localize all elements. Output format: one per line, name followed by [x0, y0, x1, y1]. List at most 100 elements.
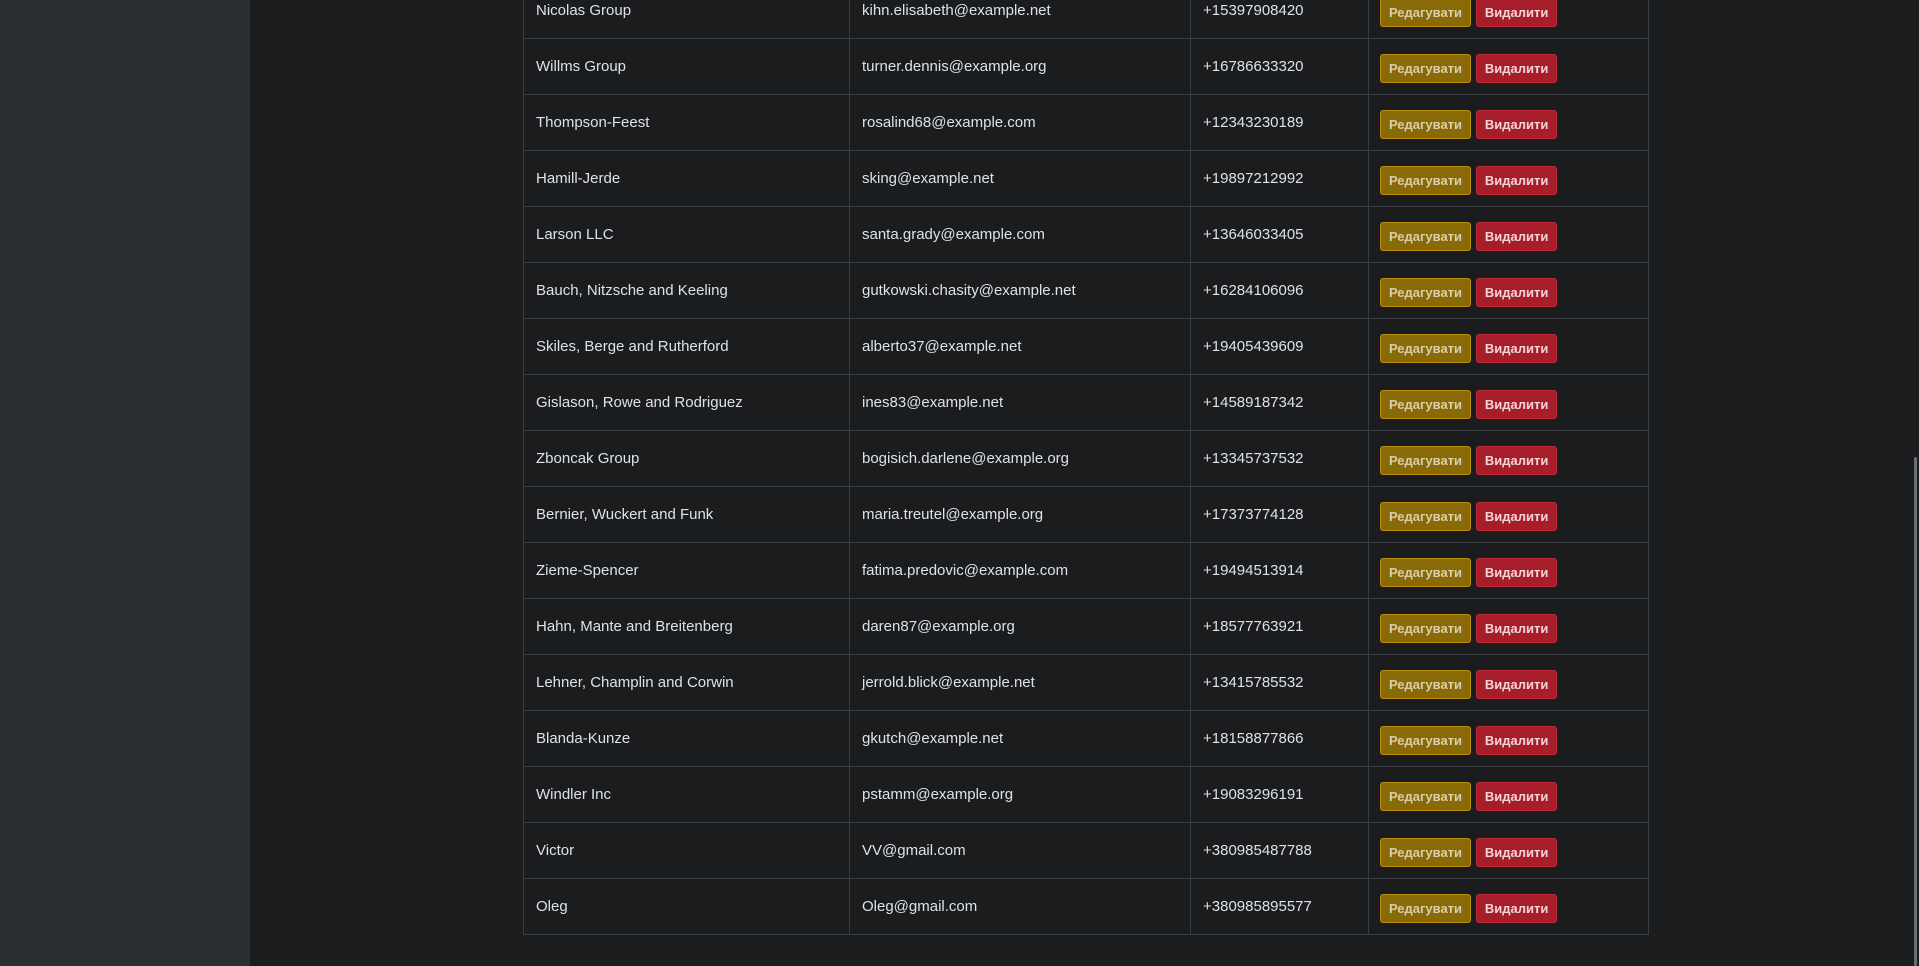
contacts-table: Nicolas Group kihn.elisabeth@example.net +… — [523, 0, 1649, 935]
delete-button[interactable]: Видалити — [1476, 221, 1558, 251]
cell-phone: +19494513914 — [1190, 542, 1369, 599]
cell-actions: Редагувати Видалити — [1368, 262, 1649, 319]
delete-button[interactable]: Видалити — [1476, 557, 1558, 587]
cell-phone: +16786633320 — [1190, 38, 1369, 95]
cell-email: alberto37@example.net — [849, 318, 1191, 375]
cell-phone: +12343230189 — [1190, 94, 1369, 151]
cell-name: Oleg — [523, 878, 850, 935]
cell-name: Hahn, Mante and Breitenberg — [523, 598, 850, 655]
delete-button[interactable]: Видалити — [1476, 445, 1558, 475]
cell-phone: +18158877866 — [1190, 710, 1369, 767]
cell-phone: +16284106096 — [1190, 262, 1369, 319]
cell-name: Windler Inc — [523, 766, 850, 823]
edit-button[interactable]: Редагувати — [1380, 781, 1471, 811]
cell-phone: +19405439609 — [1190, 318, 1369, 375]
delete-button[interactable]: Видалити — [1476, 893, 1558, 923]
edit-button[interactable]: Редагувати — [1380, 0, 1471, 27]
cell-actions: Редагувати Видалити — [1368, 598, 1649, 655]
edit-button[interactable]: Редагувати — [1380, 557, 1471, 587]
delete-button[interactable]: Видалити — [1476, 501, 1558, 531]
table-row: Larson LLC santa.grady@example.com +136460… — [523, 206, 1649, 263]
cell-actions: Редагувати Видалити — [1368, 430, 1649, 487]
cell-email: sking@example.net — [849, 150, 1191, 207]
delete-button[interactable]: Видалити — [1476, 725, 1558, 755]
table-row: Bernier, Wuckert and Funk maria.treutel@e… — [523, 486, 1649, 543]
delete-button[interactable]: Видалити — [1476, 277, 1558, 307]
edit-button[interactable]: Редагувати — [1380, 221, 1471, 251]
delete-button[interactable]: Видалити — [1476, 837, 1558, 867]
table-row: Hahn, Mante and Breitenberg daren87@examp… — [523, 598, 1649, 655]
cell-name: Hamill-Jerde — [523, 150, 850, 207]
edit-button[interactable]: Редагувати — [1380, 669, 1471, 699]
cell-actions: Редагувати Видалити — [1368, 486, 1649, 543]
delete-button[interactable]: Видалити — [1476, 781, 1558, 811]
cell-phone: +380985895577 — [1190, 878, 1369, 935]
cell-name: Victor — [523, 822, 850, 879]
edit-button[interactable]: Редагувати — [1380, 725, 1471, 755]
cell-phone: +380985487788 — [1190, 822, 1369, 879]
table-row: Oleg Oleg@gmail.com +380985895577 Редагуват… — [523, 878, 1649, 935]
edit-button[interactable]: Редагувати — [1380, 893, 1471, 923]
cell-actions: Редагувати Видалити — [1368, 94, 1649, 151]
edit-button[interactable]: Редагувати — [1380, 389, 1471, 419]
delete-button[interactable]: Видалити — [1476, 389, 1558, 419]
table-row: Lehner, Champlin and Corwin jerrold.blick… — [523, 654, 1649, 711]
cell-actions: Редагувати Видалити — [1368, 374, 1649, 431]
cell-name: Gislason, Rowe and Rodriguez — [523, 374, 850, 431]
cell-email: santa.grady@example.com — [849, 206, 1191, 263]
table-row: Thompson-Feest rosalind68@example.com +123… — [523, 94, 1649, 151]
cell-actions: Редагувати Видалити — [1368, 318, 1649, 375]
delete-button[interactable]: Видалити — [1476, 109, 1558, 139]
delete-button[interactable]: Видалити — [1476, 0, 1558, 27]
cell-phone: +15397908420 — [1190, 0, 1369, 39]
cell-actions: Редагувати Видалити — [1368, 542, 1649, 599]
edit-button[interactable]: Редагувати — [1380, 837, 1471, 867]
table-row: Hamill-Jerde sking@example.net +1989721299… — [523, 150, 1649, 207]
cell-phone: +19897212992 — [1190, 150, 1369, 207]
cell-email: rosalind68@example.com — [849, 94, 1191, 151]
cell-email: maria.treutel@example.org — [849, 486, 1191, 543]
cell-name: Bernier, Wuckert and Funk — [523, 486, 850, 543]
cell-actions: Редагувати Видалити — [1368, 206, 1649, 263]
edit-button[interactable]: Редагувати — [1380, 165, 1471, 195]
cell-actions: Редагувати Видалити — [1368, 766, 1649, 823]
cell-phone: +19083296191 — [1190, 766, 1369, 823]
edit-button[interactable]: Редагувати — [1380, 109, 1471, 139]
cell-email: jerrold.blick@example.net — [849, 654, 1191, 711]
cell-name: Bauch, Nitzsche and Keeling — [523, 262, 850, 319]
cell-actions: Редагувати Видалити — [1368, 150, 1649, 207]
cell-name: Lehner, Champlin and Corwin — [523, 654, 850, 711]
table-row: Zieme-Spencer fatima.predovic@example.com… — [523, 542, 1649, 599]
cell-actions: Редагувати Видалити — [1368, 38, 1649, 95]
sidebar — [0, 0, 250, 966]
cell-email: VV@gmail.com — [849, 822, 1191, 879]
delete-button[interactable]: Видалити — [1476, 613, 1558, 643]
table-row: Blanda-Kunze gkutch@example.net +181588778… — [523, 710, 1649, 767]
table-body: Nicolas Group kihn.elisabeth@example.net +… — [523, 0, 1649, 935]
cell-email: Oleg@gmail.com — [849, 878, 1191, 935]
edit-button[interactable]: Редагувати — [1380, 501, 1471, 531]
cell-email: ines83@example.net — [849, 374, 1191, 431]
edit-button[interactable]: Редагувати — [1380, 445, 1471, 475]
delete-button[interactable]: Видалити — [1476, 333, 1558, 363]
cell-name: Larson LLC — [523, 206, 850, 263]
cell-name: Willms Group — [523, 38, 850, 95]
table-row: Victor VV@gmail.com +380985487788 Редагуват… — [523, 822, 1649, 879]
cell-actions: Редагувати Видалити — [1368, 878, 1649, 935]
cell-email: gkutch@example.net — [849, 710, 1191, 767]
cell-email: daren87@example.org — [849, 598, 1191, 655]
edit-button[interactable]: Редагувати — [1380, 613, 1471, 643]
cell-email: turner.dennis@example.org — [849, 38, 1191, 95]
table-row: Gislason, Rowe and Rodriguez ines83@examp… — [523, 374, 1649, 431]
edit-button[interactable]: Редагувати — [1380, 333, 1471, 363]
edit-button[interactable]: Редагувати — [1380, 53, 1471, 83]
delete-button[interactable]: Видалити — [1476, 165, 1558, 195]
delete-button[interactable]: Видалити — [1476, 53, 1558, 83]
cell-phone: +13415785532 — [1190, 654, 1369, 711]
cell-actions: Редагувати Видалити — [1368, 654, 1649, 711]
scrollbar-thumb[interactable] — [1914, 457, 1917, 966]
delete-button[interactable]: Видалити — [1476, 669, 1558, 699]
edit-button[interactable]: Редагувати — [1380, 277, 1471, 307]
table-row: Skiles, Berge and Rutherford alberto37@ex… — [523, 318, 1649, 375]
table-row: Zboncak Group bogisich.darlene@example.or… — [523, 430, 1649, 487]
